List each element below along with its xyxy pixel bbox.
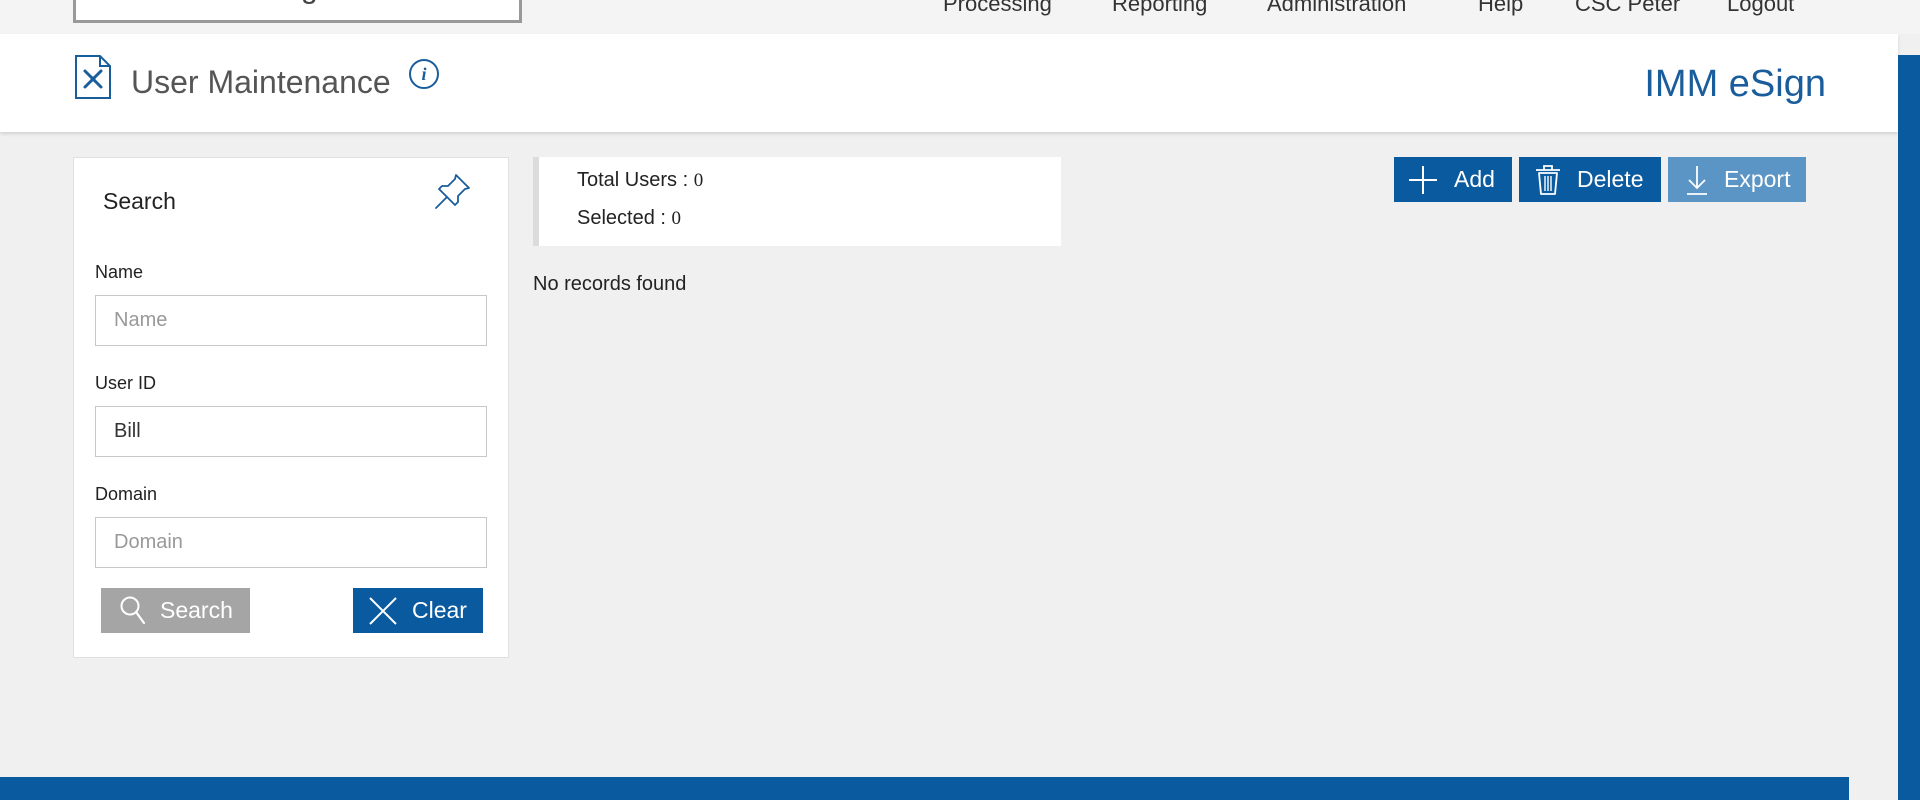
pin-icon[interactable] xyxy=(432,170,474,212)
user-id-input[interactable] xyxy=(95,406,487,457)
name-input[interactable] xyxy=(95,295,487,346)
export-button-label: Export xyxy=(1724,166,1791,192)
total-users-value: 0 xyxy=(693,170,704,191)
selected-value: 0 xyxy=(671,208,682,229)
info-icon[interactable]: i xyxy=(409,59,439,89)
domain-label: Domain xyxy=(95,484,158,504)
nav-item-logout[interactable]: Logout xyxy=(1727,0,1794,17)
selected-label: Selected : xyxy=(577,207,672,229)
selected-users: Selected : 0 xyxy=(577,207,681,230)
delete-button[interactable]: Delete xyxy=(1519,157,1661,202)
page-maintenance-icon xyxy=(75,55,111,99)
scrollbar[interactable] xyxy=(1898,55,1920,800)
nav-item-processing[interactable]: Processing xyxy=(943,0,1052,17)
total-users: Total Users : 0 xyxy=(577,169,703,192)
app-logo[interactable]: g xyxy=(73,0,522,23)
total-users-label: Total Users : xyxy=(577,169,694,191)
search-panel: Search Name User ID Domain Search Clear xyxy=(73,157,509,658)
search-button[interactable]: Search xyxy=(101,588,250,633)
top-nav-bar: g Processing Reporting Administration He… xyxy=(0,0,1920,34)
nav-item-help[interactable]: Help xyxy=(1478,0,1523,17)
brand-name: IMM eSign xyxy=(1644,63,1826,105)
clear-button-label: Clear xyxy=(412,597,467,623)
export-button[interactable]: Export xyxy=(1668,157,1806,202)
search-button-label: Search xyxy=(160,597,233,623)
delete-button-label: Delete xyxy=(1577,166,1644,192)
nav-item-reporting[interactable]: Reporting xyxy=(1112,0,1207,17)
page-header: User Maintenance i IMM eSign xyxy=(0,34,1898,132)
download-icon xyxy=(1687,165,1707,195)
logo-text: g xyxy=(301,0,318,6)
search-icon xyxy=(120,596,146,624)
page-title: User Maintenance xyxy=(131,64,391,100)
user-id-label: User ID xyxy=(95,373,157,393)
footer-bar xyxy=(0,777,1849,800)
nav-item-administration[interactable]: Administration xyxy=(1267,0,1406,17)
user-count-summary: Total Users : 0 Selected : 0 xyxy=(533,157,1061,246)
close-icon xyxy=(369,596,397,625)
search-panel-title: Search xyxy=(103,188,176,214)
clear-button[interactable]: Clear xyxy=(353,588,483,633)
domain-input[interactable] xyxy=(95,517,487,568)
plus-icon xyxy=(1409,165,1437,194)
trash-icon xyxy=(1536,164,1560,195)
nav-item-user[interactable]: CSC Peter xyxy=(1575,0,1680,17)
empty-state-message: No records found xyxy=(533,273,687,295)
add-button-label: Add xyxy=(1454,166,1495,192)
add-button[interactable]: Add xyxy=(1394,157,1512,202)
name-label: Name xyxy=(95,262,144,282)
